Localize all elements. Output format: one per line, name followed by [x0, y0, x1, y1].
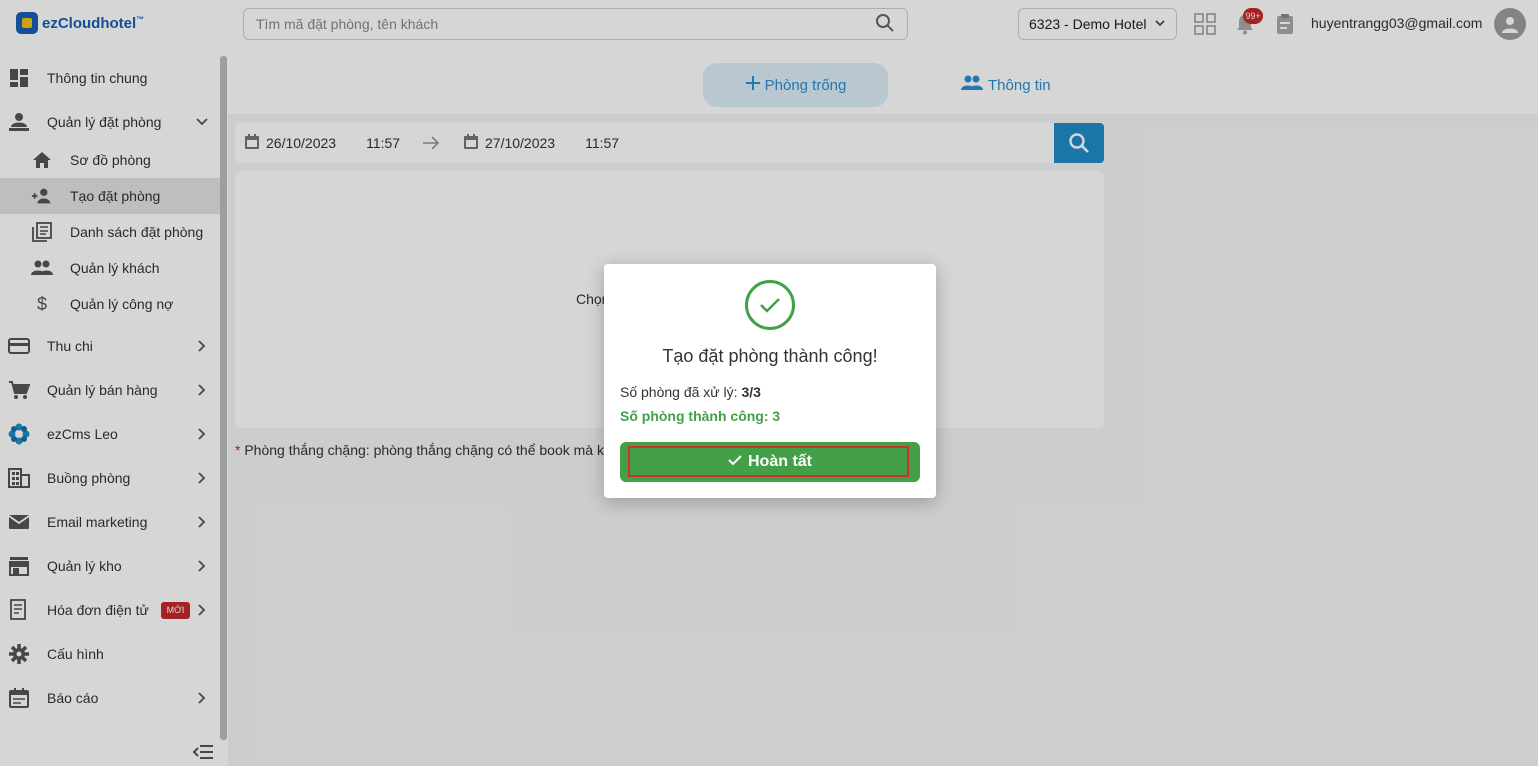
done-label: Hoàn tất [748, 453, 812, 470]
modal-title: Tạo đặt phòng thành công! [662, 346, 878, 366]
done-button-content: Hoàn tất [728, 453, 812, 471]
done-button[interactable]: Hoàn tất [620, 442, 920, 482]
processed-line: Số phòng đã xử lý: 3/3 [620, 384, 761, 400]
check-icon [728, 453, 742, 471]
success-line: Số phòng thành công: 3 [620, 408, 780, 424]
success-modal: Tạo đặt phòng thành công! Số phòng đã xử… [604, 264, 936, 498]
success-check-icon [745, 280, 795, 330]
processed-label: Số phòng đã xử lý: [620, 384, 738, 400]
success-label: Số phòng thành công: [620, 408, 769, 424]
processed-value: 3/3 [741, 384, 761, 400]
success-value: 3 [772, 408, 781, 424]
